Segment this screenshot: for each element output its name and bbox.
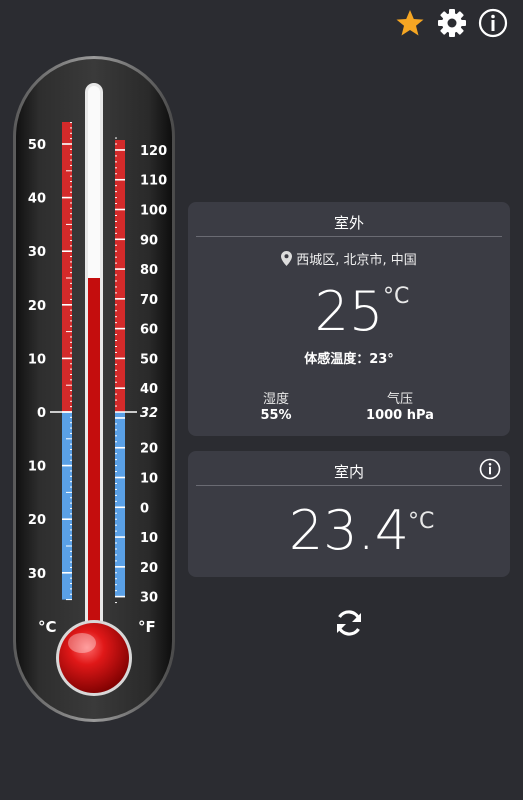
fahrenheit-label: 70	[140, 293, 158, 308]
fahrenheit-label: 120	[140, 144, 167, 159]
indoor-temperature-unit: °C	[408, 509, 435, 534]
indoor-temperature: 23.4	[288, 499, 410, 562]
indoor-card: 室内 23.4 °C	[188, 451, 510, 577]
location: 西城区, 北京市, 中国	[188, 249, 510, 268]
pressure-value: 1000 hPa	[366, 408, 434, 423]
fahrenheit-label: 32	[140, 406, 158, 421]
celsius-labels: 50 40 30 20 10 0 10 20 30	[28, 138, 46, 582]
divider	[196, 485, 502, 486]
celsius-label: 30	[28, 245, 46, 260]
outdoor-temperature: 25	[314, 280, 384, 343]
fahrenheit-label: 100	[140, 204, 167, 219]
indoor-info-icon[interactable]	[479, 458, 501, 480]
celsius-unit: °C	[38, 618, 57, 636]
celsius-label: 10	[28, 460, 46, 475]
gear-icon[interactable]	[437, 8, 467, 38]
outdoor-title: 室外	[333, 214, 364, 232]
fahrenheit-label: 20	[140, 442, 158, 457]
refresh-icon[interactable]	[332, 606, 366, 640]
fahrenheit-label: 90	[140, 233, 158, 248]
pressure-label: 气压	[386, 392, 413, 407]
location-pin-icon	[281, 251, 293, 266]
fahrenheit-unit: °F	[138, 618, 156, 636]
outdoor-temperature-unit: °C	[383, 284, 410, 309]
celsius-label: 30	[28, 567, 46, 582]
fahrenheit-label: 80	[140, 263, 158, 278]
humidity-label: 湿度	[262, 392, 289, 407]
celsius-label: 0	[37, 406, 46, 421]
location-text: 西城区, 北京市, 中国	[296, 253, 417, 268]
celsius-label: 40	[28, 192, 46, 207]
fahrenheit-label: 0	[140, 501, 149, 516]
fahrenheit-label: 50	[140, 352, 158, 367]
fahrenheit-label: 60	[140, 323, 158, 338]
feels-like: 体感温度：23°	[304, 352, 394, 367]
outdoor-card: 室外 西城区, 北京市, 中国 25 °C 体感温度：23° 湿度 55% 气压…	[188, 202, 510, 436]
celsius-label: 20	[28, 513, 46, 528]
fahrenheit-label: 20	[140, 561, 158, 576]
thermometer-bulb	[59, 623, 129, 693]
divider	[196, 236, 502, 237]
celsius-label: 50	[28, 138, 46, 153]
humidity-value: 55%	[260, 408, 292, 423]
fahrenheit-label: 110	[140, 174, 167, 189]
thermometer: 50 40 30 20 10 0 10 20 30 120 110 100 90 80 70 60 50 40 3…	[12, 55, 177, 725]
indoor-title: 室内	[333, 463, 364, 481]
fahrenheit-label: 10	[140, 531, 158, 546]
fahrenheit-label: 30	[140, 591, 158, 606]
fahrenheit-label: 40	[140, 382, 158, 397]
fahrenheit-label: 10	[140, 472, 158, 487]
celsius-label: 20	[28, 299, 46, 314]
info-icon[interactable]	[478, 8, 508, 38]
star-icon[interactable]	[395, 8, 425, 38]
celsius-label: 10	[28, 352, 46, 367]
